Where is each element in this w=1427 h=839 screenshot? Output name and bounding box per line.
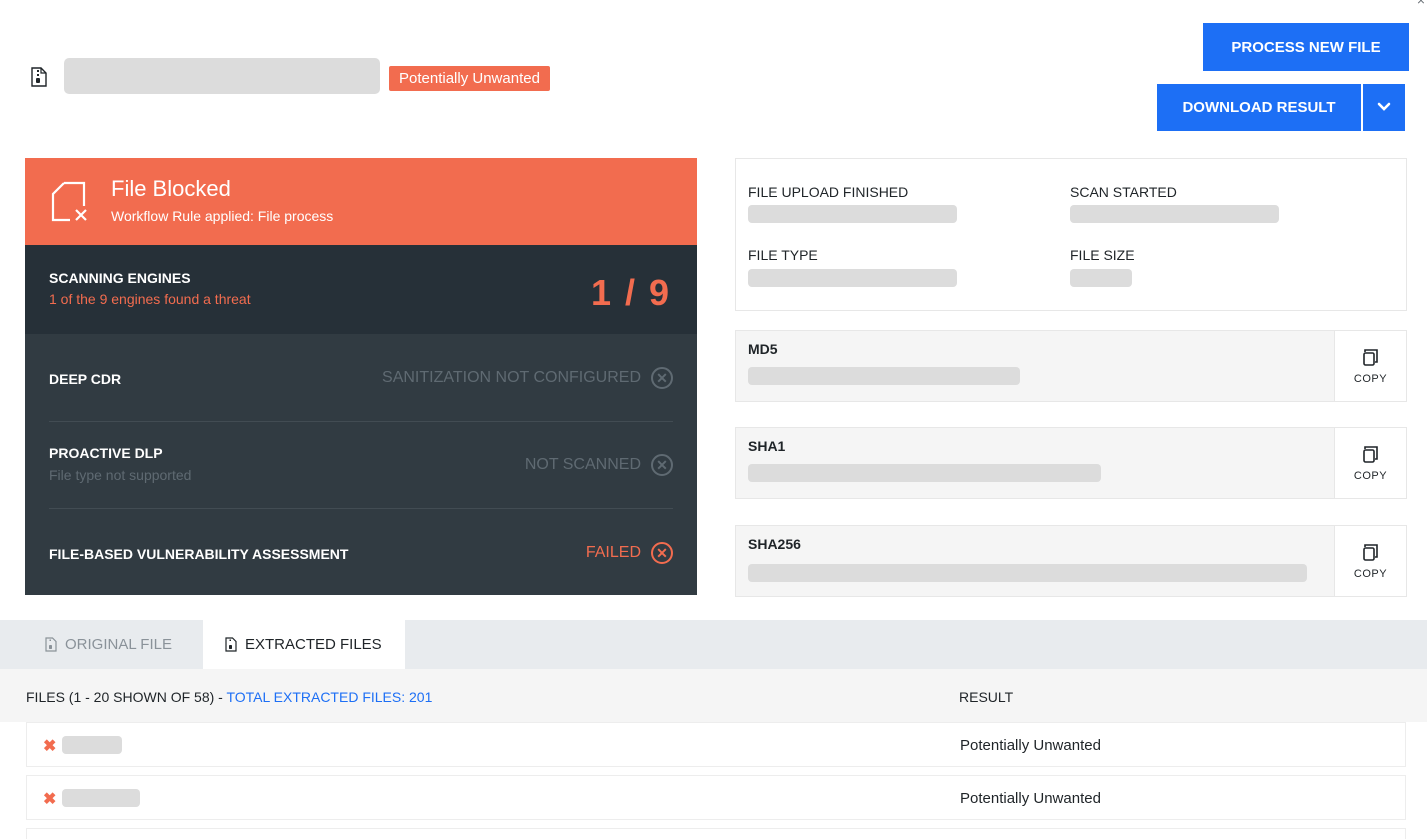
engines-title: SCANNING ENGINES (49, 270, 191, 286)
copy-label: COPY (1353, 470, 1388, 482)
check-status: FAILED ✕ (586, 542, 673, 564)
engines-subtitle: 1 of the 9 engines found a threat (49, 291, 251, 307)
check-subtitle: File type not supported (49, 467, 192, 483)
md5-box: MD5 COPY (735, 330, 1407, 402)
result-column-header: RESULT (959, 689, 1014, 705)
status-title: File Blocked (111, 176, 231, 201)
md5-value (748, 367, 1020, 385)
file-info-card: FILE UPLOAD FINISHED SCAN STARTED FILE T… (735, 158, 1407, 311)
download-result-button[interactable]: DOWNLOAD RESULT (1157, 84, 1361, 131)
file-archive-icon (45, 637, 57, 652)
sha1-box: SHA1 COPY (735, 427, 1407, 499)
check-status: SANITIZATION NOT CONFIGURED ✕ (382, 367, 673, 389)
total-extracted-link[interactable]: TOTAL EXTRACTED FILES: 201 (226, 689, 432, 705)
row-result: Potentially Unwanted (960, 790, 1101, 807)
circle-x-icon: ✕ (651, 367, 673, 389)
download-options-button[interactable] (1363, 84, 1405, 131)
close-icon[interactable]: × (1417, 0, 1425, 8)
sha256-box: SHA256 COPY (735, 525, 1407, 597)
check-status: NOT SCANNED ✕ (525, 454, 673, 476)
check-row-vulnerability[interactable]: FILE-BASED VULNERABILITY ASSESSMENT FAIL… (49, 509, 673, 596)
process-new-file-button[interactable]: PROCESS NEW FILE (1203, 23, 1409, 71)
upload-finished-value (748, 205, 957, 223)
copy-icon (1362, 544, 1378, 561)
check-title: PROACTIVE DLP (49, 445, 163, 461)
checks-panel: DEEP CDR SANITIZATION NOT CONFIGURED ✕ P… (25, 334, 697, 595)
file-blocked-icon (50, 180, 90, 224)
file-blocked-banner: File Blocked Workflow Rule applied: File… (25, 158, 697, 245)
file-archive-icon (31, 67, 47, 87)
circle-x-icon: ✕ (651, 454, 673, 476)
status-subtitle: Workflow Rule applied: File process (111, 208, 334, 224)
x-mark-icon: ✖ (43, 791, 57, 808)
x-mark-icon: ✖ (43, 738, 57, 755)
hash-label: SHA1 (748, 438, 786, 454)
check-status-text: FAILED (585, 544, 641, 561)
sha256-value (748, 564, 1307, 582)
tab-original-file[interactable]: ORIGINAL FILE (45, 620, 172, 669)
copy-sha1-button[interactable]: COPY (1334, 428, 1406, 498)
copy-label: COPY (1353, 568, 1388, 580)
table-row[interactable]: ✖ Potentially Unwanted (26, 722, 1406, 767)
check-title: FILE-BASED VULNERABILITY ASSESSMENT (49, 546, 349, 562)
check-row-proactive-dlp[interactable]: PROACTIVE DLP File type not supported NO… (49, 422, 673, 509)
copy-icon (1362, 446, 1378, 463)
table-header: FILES (1 - 20 SHOWN OF 58) - TOTAL EXTRA… (0, 669, 1427, 722)
engines-count: 1 / 9 (590, 272, 671, 313)
process-new-file-label: PROCESS NEW FILE (1231, 38, 1381, 56)
check-title: DEEP CDR (49, 371, 122, 387)
check-row-deep-cdr[interactable]: DEEP CDR SANITIZATION NOT CONFIGURED ✕ (49, 334, 673, 421)
hash-label: SHA256 (748, 536, 801, 552)
check-status-text: SANITIZATION NOT CONFIGURED (382, 369, 641, 386)
sha1-value (748, 464, 1101, 482)
tab-bar: ORIGINAL FILE EXTRACTED FILES (0, 620, 1427, 669)
circle-x-icon: ✕ (651, 542, 673, 564)
scan-started-value (1070, 205, 1279, 223)
hash-label: MD5 (748, 341, 778, 357)
scan-started-label: SCAN STARTED (1070, 184, 1177, 200)
tab-extracted-files[interactable]: EXTRACTED FILES (203, 620, 405, 669)
tab-label: ORIGINAL FILE (65, 636, 172, 653)
file-type-value (748, 269, 957, 287)
files-column-header: FILES (1 - 20 SHOWN OF 58) - TOTAL EXTRA… (26, 689, 432, 705)
verdict-badge: Potentially Unwanted (389, 66, 550, 91)
file-name-placeholder (62, 736, 122, 754)
file-size-value (1070, 269, 1132, 287)
download-result-label: DOWNLOAD RESULT (1182, 99, 1336, 116)
copy-md5-button[interactable]: COPY (1334, 331, 1406, 401)
scanning-engines-panel[interactable]: SCANNING ENGINES 1 of the 9 engines foun… (25, 245, 697, 334)
file-name-placeholder (64, 58, 380, 94)
check-status-text: NOT SCANNED (524, 456, 641, 473)
row-result: Potentially Unwanted (960, 737, 1101, 754)
upload-finished-label: FILE UPLOAD FINISHED (748, 184, 909, 200)
copy-label: COPY (1353, 373, 1388, 385)
copy-sha256-button[interactable]: COPY (1334, 526, 1406, 596)
file-size-label: FILE SIZE (1070, 247, 1135, 263)
copy-icon (1362, 349, 1378, 366)
table-row[interactable] (26, 828, 1406, 839)
file-type-label: FILE TYPE (748, 247, 818, 263)
file-archive-icon (225, 637, 237, 652)
tab-label: EXTRACTED FILES (245, 636, 382, 653)
files-count-text: FILES (1 - 20 SHOWN OF 58) - (26, 689, 227, 705)
chevron-down-icon (1377, 99, 1391, 116)
file-name-placeholder (62, 789, 140, 807)
table-row[interactable]: ✖ Potentially Unwanted (26, 775, 1406, 820)
